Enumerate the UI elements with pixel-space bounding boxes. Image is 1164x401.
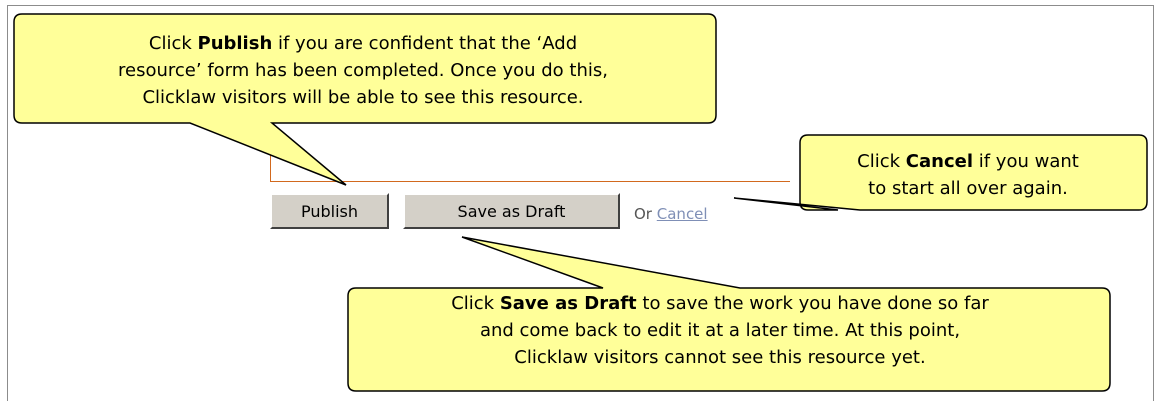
publish-button[interactable]: Publish [270, 193, 389, 229]
cancel-callout-text: Click Cancel if you want to start all ov… [857, 151, 1079, 199]
save-draft-callout-text: Click Save as Draft to save the work you… [451, 293, 989, 368]
save-as-draft-button[interactable]: Save as Draft [403, 193, 620, 229]
cancel-link[interactable]: Cancel [657, 205, 708, 223]
form-panel-edge [270, 100, 790, 182]
cancel-option: Or Cancel [634, 205, 708, 223]
or-label: Or [634, 205, 652, 223]
publish-callout-text: Click Publish if you are confident that … [118, 33, 608, 108]
